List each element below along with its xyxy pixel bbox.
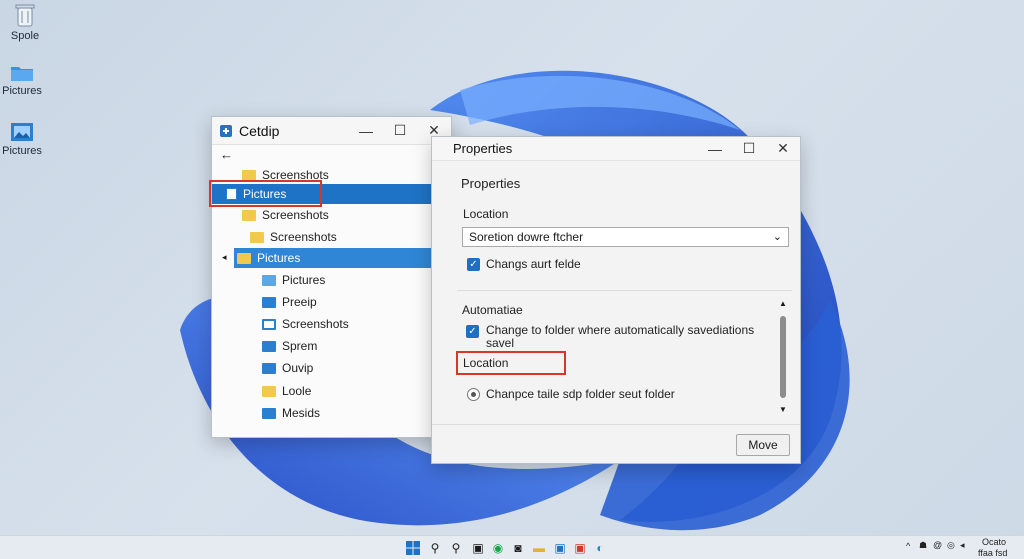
properties-titlebar[interactable]: Properties — ☐ ✕: [432, 137, 800, 161]
task-view-icon[interactable]: ▣: [470, 540, 486, 556]
tree-item-label: Sprem: [282, 339, 318, 353]
move-button-label: Move: [748, 438, 778, 452]
location-select[interactable]: Soretion dowre ftcher ⌄: [462, 227, 789, 247]
tree-item[interactable]: Preeip: [262, 292, 317, 312]
tree-item-label: Pictures: [257, 251, 301, 265]
tree-item-label: Screenshots: [282, 317, 349, 331]
scrollbar-thumb[interactable]: [780, 316, 786, 398]
radio-button[interactable]: [467, 388, 480, 401]
folder-icon: [242, 169, 256, 181]
network-icon[interactable]: ☗: [919, 540, 927, 551]
start-icon[interactable]: [405, 540, 421, 556]
tree-item-label: Screenshots: [270, 230, 337, 244]
maximize-button[interactable]: ☐: [383, 117, 417, 145]
checkbox-2-label-line1: Change to folder where automatically sav…: [486, 323, 755, 337]
footer-separator: [432, 424, 800, 425]
tree-item-label: Screenshots: [262, 208, 329, 222]
properties-heading: Properties: [461, 176, 521, 191]
file-explorer-icon[interactable]: ▬: [531, 540, 547, 556]
minimize-button[interactable]: —: [349, 117, 383, 145]
chevron-up-icon[interactable]: ^: [906, 541, 910, 551]
folder-icon: [262, 296, 276, 308]
tree-item-selected[interactable]: Pictures: [234, 248, 450, 268]
chevron-down-icon: ⌄: [772, 231, 782, 243]
highlight-box-pictures: [209, 180, 322, 207]
desktop-icon-label: Spole: [10, 30, 40, 42]
folder-icon: [262, 362, 276, 374]
checkbox-1[interactable]: ✓: [467, 258, 480, 271]
folder-image-icon: [250, 231, 264, 243]
desktop-icon-label: Pictures: [2, 145, 42, 157]
tree-item[interactable]: Screenshots: [262, 314, 349, 334]
search-icon[interactable]: ⚲: [427, 540, 443, 556]
expand-arrow-icon[interactable]: ◂: [222, 252, 227, 263]
maximize-button[interactable]: ☐: [732, 135, 766, 163]
desktop-icon-recycle-bin[interactable]: Spole: [0, 3, 50, 42]
checkbox-1-label: Changs aurt felde: [486, 257, 581, 271]
highlight-box-location: [456, 351, 566, 375]
clock-line2[interactable]: ffaa fsd: [978, 548, 1007, 558]
media-icon[interactable]: ▣: [572, 540, 588, 556]
tree-item-label: Ouvip: [282, 361, 314, 375]
explorer-title: Cetdip: [239, 122, 280, 139]
app-icon[interactable]: ◙: [510, 540, 526, 556]
explorer-titlebar[interactable]: Cetdip — ☐ ✕: [212, 117, 451, 145]
tree-item-label: Mesids: [282, 406, 321, 420]
back-arrow-icon[interactable]: ←: [220, 147, 233, 162]
minimize-button[interactable]: —: [698, 135, 732, 163]
scroll-down-icon[interactable]: ▼: [779, 405, 787, 414]
recycle-bin-icon: [15, 4, 35, 27]
move-button[interactable]: Move: [736, 434, 790, 456]
location-label: Location: [463, 207, 509, 221]
location-select-value: Soretion dowre ftcher: [469, 230, 584, 244]
photos-icon[interactable]: ▣: [552, 540, 568, 556]
tree-item[interactable]: Loole: [262, 381, 311, 401]
checkbox-2[interactable]: ✓: [466, 325, 479, 338]
taskbar: ⚲ ⚲ ▣ ◉ ◙ ▬ ▣ ▣ ◐ ^ ☗ @ ◎ ◂ Ocato ffaa f…: [0, 535, 1024, 559]
separator: [457, 290, 792, 291]
tree-item[interactable]: Sprem: [262, 336, 317, 356]
edge-icon[interactable]: ◐: [592, 540, 608, 556]
folder-icon: [242, 209, 256, 221]
tree-item-label: Pictures: [282, 273, 326, 287]
tree-item[interactable]: Screenshots: [242, 205, 329, 225]
radio-label: Chanpce taile sdp folder seut folder: [486, 387, 675, 401]
desktop-icon-label: Pictures: [2, 85, 42, 97]
folder-icon: [262, 385, 276, 397]
chrome-icon[interactable]: ◉: [490, 540, 506, 556]
tree-item[interactable]: Ouvip: [262, 358, 313, 378]
app-icon: [220, 124, 232, 137]
explorer-window: Cetdip — ☐ ✕ ← Screenshots Pictures Scre…: [211, 116, 452, 438]
section-label: Automatiae: [462, 303, 523, 317]
desktop-icon-pictures[interactable]: Pictures: [0, 64, 47, 97]
wifi-icon[interactable]: ◎: [947, 540, 955, 551]
clock-line1[interactable]: Ocato: [982, 537, 1006, 547]
tree-item-label: Preeip: [282, 295, 317, 309]
volume-icon[interactable]: ◂: [960, 540, 965, 551]
pictures-folder-icon: [11, 123, 33, 141]
pictures-icon: [262, 274, 276, 286]
tree-item[interactable]: Mesids: [262, 403, 320, 423]
folder-icon: [262, 407, 276, 419]
scroll-up-icon[interactable]: ▲: [779, 299, 787, 308]
desktop-icon-pictures-2[interactable]: Pictures: [0, 122, 47, 157]
tree-item-label: Loole: [282, 384, 312, 398]
at-icon[interactable]: @: [933, 540, 942, 550]
folder-icon: [262, 340, 276, 352]
tree-item[interactable]: Pictures: [262, 270, 325, 290]
tree-item[interactable]: Screenshots: [250, 227, 337, 247]
checkbox-2-label-line2: savel: [486, 336, 515, 350]
pictures-folder-icon: [237, 252, 251, 264]
close-button[interactable]: ✕: [766, 135, 800, 163]
folder-icon: [11, 67, 33, 81]
properties-title: Properties: [453, 141, 513, 156]
search-icon-2[interactable]: ⚲: [448, 540, 464, 556]
folder-icon: [262, 318, 276, 330]
